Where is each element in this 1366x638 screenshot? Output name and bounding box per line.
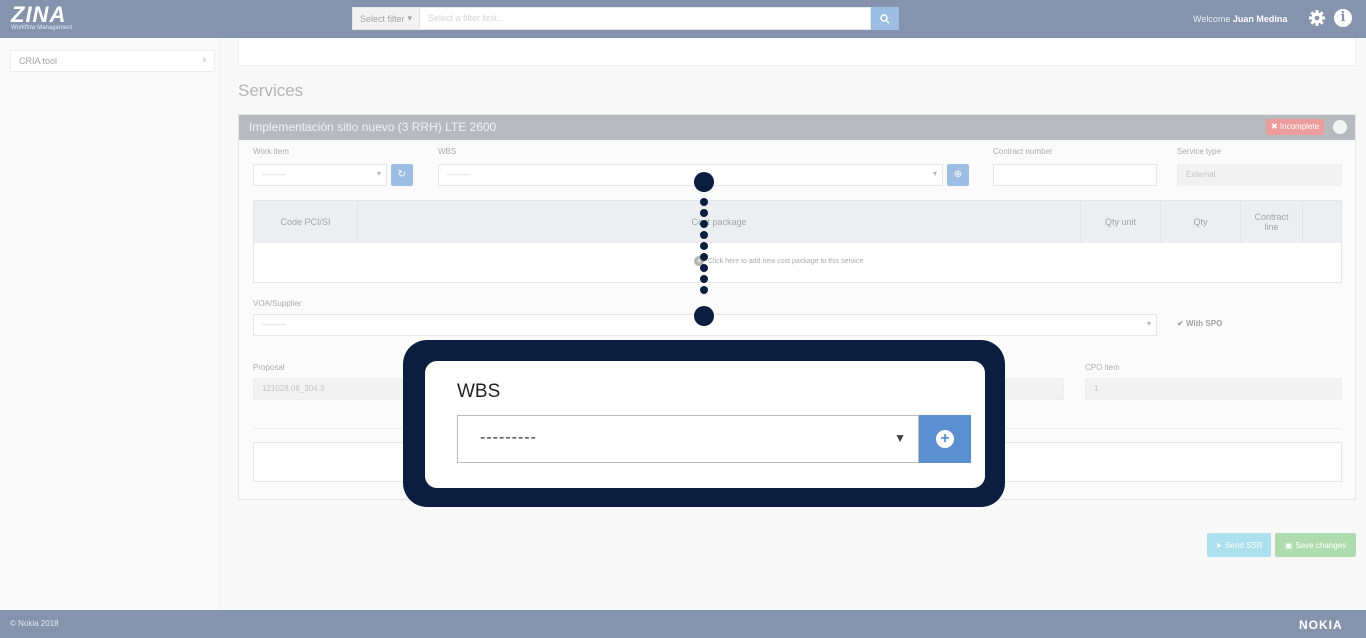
connector-dot [700, 198, 708, 206]
connector-dot [700, 231, 708, 239]
caret-down-icon: ▼ [894, 431, 906, 445]
connector-dot [700, 209, 708, 217]
connector-dot-bottom [694, 306, 714, 326]
connector-dot-top [694, 172, 714, 192]
dim-overlay [0, 0, 1366, 638]
zoom-callout: WBS --------- ▼ + [403, 340, 1005, 507]
connector-dot [700, 264, 708, 272]
callout-add-wbs-button[interactable]: + [919, 415, 971, 463]
zoom-callout-body: WBS --------- ▼ + [425, 361, 985, 488]
plus-circle-icon: + [936, 430, 954, 448]
connector-dot [700, 275, 708, 283]
connector-dot [700, 220, 708, 228]
connector-dot [700, 286, 708, 294]
connector-dot [700, 242, 708, 250]
connector-dot [700, 253, 708, 261]
callout-wbs-value: --------- [480, 429, 537, 446]
callout-wbs-select[interactable]: --------- ▼ [457, 415, 919, 463]
callout-wbs-label: WBS [457, 381, 501, 402]
